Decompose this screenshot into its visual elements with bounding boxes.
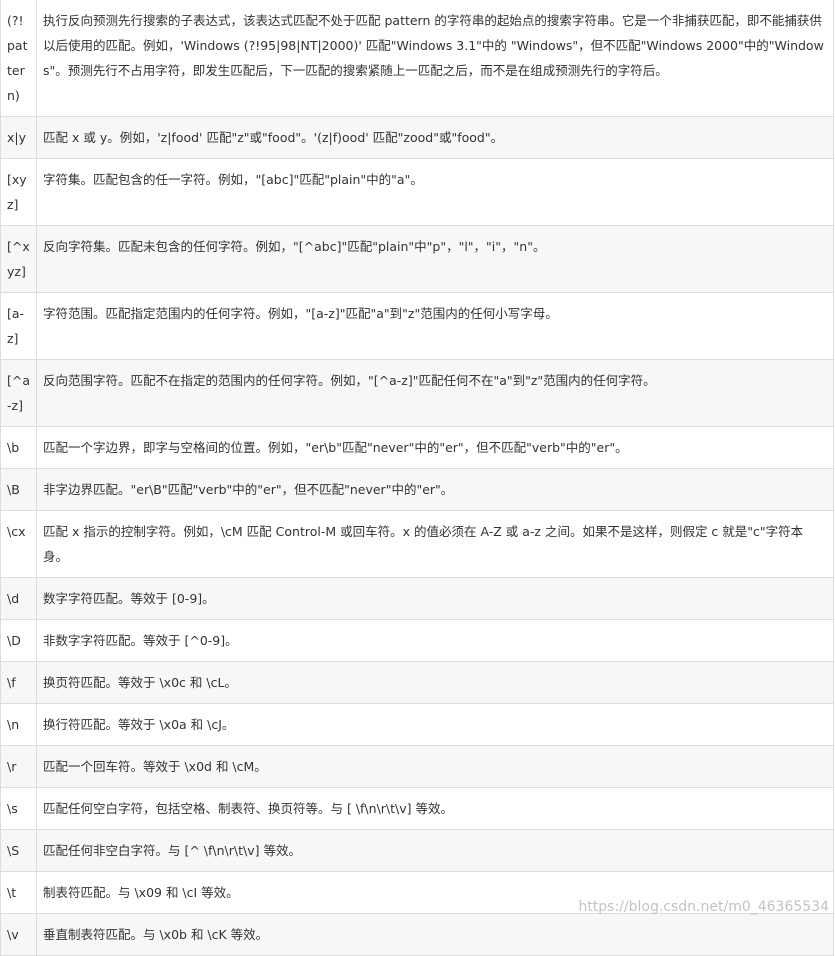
table-row: \r 匹配一个回车符。等效于 \x0d 和 \cM。 — [0, 745, 834, 788]
description-cell: 数字字符匹配。等效于 [0-9]。 — [36, 577, 834, 620]
table-row: \cx 匹配 x 指示的控制字符。例如，\cM 匹配 Control-M 或回车… — [0, 510, 834, 578]
description-cell: 匹配 x 指示的控制字符。例如，\cM 匹配 Control-M 或回车符。x … — [36, 510, 834, 578]
table-row: (?!pattern) 执行反向预测先行搜索的子表达式，该表达式匹配不处于匹配 … — [0, 0, 834, 117]
regex-syntax-table: (?!pattern) 执行反向预测先行搜索的子表达式，该表达式匹配不处于匹配 … — [0, 0, 834, 956]
symbol-cell: [xyz] — [0, 158, 37, 226]
table-row: \D 非数字字符匹配。等效于 [^0-9]。 — [0, 619, 834, 662]
symbol-cell: [a-z] — [0, 292, 37, 360]
table-row: \S 匹配任何非空白字符。与 [^ \f\n\r\t\v] 等效。 — [0, 829, 834, 872]
table-row: [xyz] 字符集。匹配包含的任一字符。例如，"[abc]"匹配"plain"中… — [0, 158, 834, 226]
table-row: \n 换行符匹配。等效于 \x0a 和 \cJ。 — [0, 703, 834, 746]
table-row: \b 匹配一个字边界，即字与空格间的位置。例如，"er\b"匹配"never"中… — [0, 426, 834, 469]
symbol-cell: \f — [0, 661, 37, 704]
table-row: \v 垂直制表符匹配。与 \x0b 和 \cK 等效。 — [0, 913, 834, 956]
symbol-cell: \v — [0, 913, 37, 956]
table-row: \B 非字边界匹配。"er\B"匹配"verb"中的"er"，但不匹配"neve… — [0, 468, 834, 511]
symbol-cell: [^xyz] — [0, 225, 37, 293]
table-row: [^xyz] 反向字符集。匹配未包含的任何字符。例如，"[^abc]"匹配"pl… — [0, 225, 834, 293]
symbol-cell: \b — [0, 426, 37, 469]
symbol-cell: x|y — [0, 116, 37, 159]
symbol-cell: \S — [0, 829, 37, 872]
symbol-cell: (?!pattern) — [0, 0, 37, 117]
description-cell: 反向字符集。匹配未包含的任何字符。例如，"[^abc]"匹配"plain"中"p… — [36, 225, 834, 293]
table-row: \s 匹配任何空白字符，包括空格、制表符、换页符等。与 [ \f\n\r\t\v… — [0, 787, 834, 830]
description-cell: 匹配一个回车符。等效于 \x0d 和 \cM。 — [36, 745, 834, 788]
description-cell: 垂直制表符匹配。与 \x0b 和 \cK 等效。 — [36, 913, 834, 956]
symbol-cell: \t — [0, 871, 37, 914]
description-cell: 字符范围。匹配指定范围内的任何字符。例如，"[a-z]"匹配"a"到"z"范围内… — [36, 292, 834, 360]
table-row: \t 制表符匹配。与 \x09 和 \cI 等效。 — [0, 871, 834, 914]
description-cell: 反向范围字符。匹配不在指定的范围内的任何字符。例如，"[^a-z]"匹配任何不在… — [36, 359, 834, 427]
table-row: x|y 匹配 x 或 y。例如，'z|food' 匹配"z"或"food"。'(… — [0, 116, 834, 159]
symbol-cell: \d — [0, 577, 37, 620]
description-cell: 非字边界匹配。"er\B"匹配"verb"中的"er"，但不匹配"never"中… — [36, 468, 834, 511]
description-cell: 匹配 x 或 y。例如，'z|food' 匹配"z"或"food"。'(z|f)… — [36, 116, 834, 159]
description-cell: 匹配一个字边界，即字与空格间的位置。例如，"er\b"匹配"never"中的"e… — [36, 426, 834, 469]
symbol-cell: \B — [0, 468, 37, 511]
symbol-cell: \s — [0, 787, 37, 830]
description-cell: 非数字字符匹配。等效于 [^0-9]。 — [36, 619, 834, 662]
table-row: \d 数字字符匹配。等效于 [0-9]。 — [0, 577, 834, 620]
description-cell: 字符集。匹配包含的任一字符。例如，"[abc]"匹配"plain"中的"a"。 — [36, 158, 834, 226]
symbol-cell: [^a-z] — [0, 359, 37, 427]
description-cell: 匹配任何空白字符，包括空格、制表符、换页符等。与 [ \f\n\r\t\v] 等… — [36, 787, 834, 830]
description-cell: 执行反向预测先行搜索的子表达式，该表达式匹配不处于匹配 pattern 的字符串… — [36, 0, 834, 117]
symbol-cell: \D — [0, 619, 37, 662]
symbol-cell: \cx — [0, 510, 37, 578]
symbol-cell: \n — [0, 703, 37, 746]
table-row: \f 换页符匹配。等效于 \x0c 和 \cL。 — [0, 661, 834, 704]
description-cell: 换行符匹配。等效于 \x0a 和 \cJ。 — [36, 703, 834, 746]
description-cell: 制表符匹配。与 \x09 和 \cI 等效。 — [36, 871, 834, 914]
table-row: [^a-z] 反向范围字符。匹配不在指定的范围内的任何字符。例如，"[^a-z]… — [0, 359, 834, 427]
description-cell: 匹配任何非空白字符。与 [^ \f\n\r\t\v] 等效。 — [36, 829, 834, 872]
table-row: [a-z] 字符范围。匹配指定范围内的任何字符。例如，"[a-z]"匹配"a"到… — [0, 292, 834, 360]
symbol-cell: \r — [0, 745, 37, 788]
description-cell: 换页符匹配。等效于 \x0c 和 \cL。 — [36, 661, 834, 704]
